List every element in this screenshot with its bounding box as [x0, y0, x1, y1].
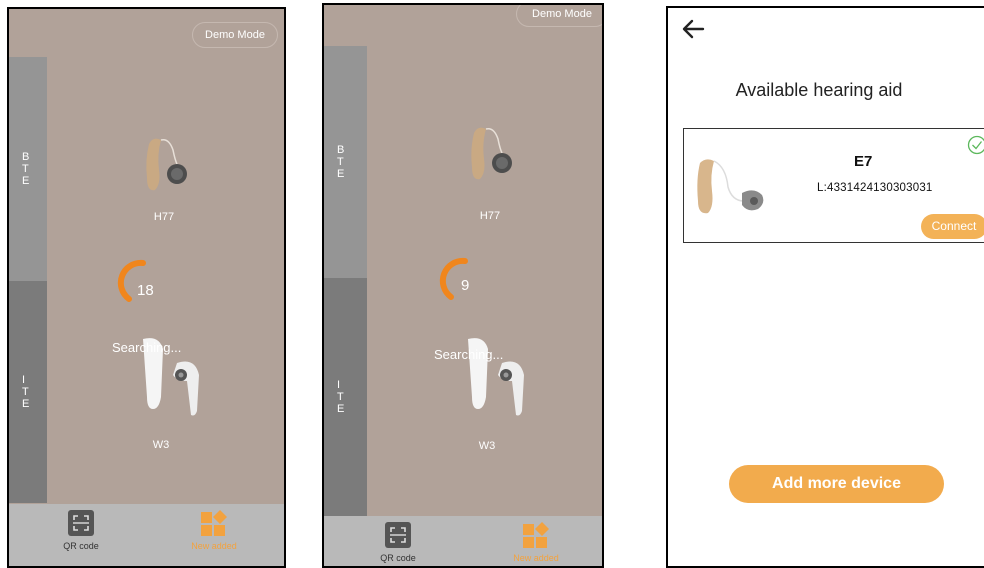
- bottom-nav-bar: QR code New added: [324, 516, 602, 566]
- tab-bte[interactable]: BTE: [9, 57, 47, 281]
- nav-new-label: New added: [191, 541, 237, 551]
- countdown-value: 9: [461, 277, 470, 294]
- qr-scan-icon: [68, 510, 94, 536]
- device-id: L:4331424130303031: [817, 182, 933, 194]
- nav-qr-code[interactable]: QR code: [348, 516, 448, 566]
- tab-ite[interactable]: ITE: [9, 281, 47, 503]
- connect-button[interactable]: Connect: [921, 214, 984, 239]
- countdown-spinner: [439, 257, 468, 300]
- check-circle-icon: [967, 135, 984, 155]
- search-screen-2: Demo Mode BTE ITE H77 9 Searching... W3: [322, 3, 604, 568]
- tab-bte-label: BTE: [337, 144, 345, 180]
- bottom-nav-bar: QR code New added: [9, 504, 284, 566]
- nav-qr-code[interactable]: QR code: [31, 504, 131, 566]
- add-more-device-button[interactable]: Add more device: [729, 465, 944, 503]
- tab-bte-label: BTE: [22, 151, 30, 187]
- tab-ite-label: ITE: [337, 379, 345, 415]
- new-added-icon: [523, 522, 549, 548]
- tab-bte[interactable]: BTE: [324, 46, 367, 278]
- tab-ite-label: ITE: [22, 374, 30, 410]
- qr-scan-icon: [385, 522, 411, 548]
- tab-ite[interactable]: ITE: [324, 278, 367, 516]
- bte-hearing-aid-image[interactable]: [139, 134, 191, 202]
- device-card[interactable]: E7 L:4331424130303031 Connect: [683, 128, 984, 243]
- device-name-h77: H77: [153, 211, 175, 223]
- nav-new-added[interactable]: New added: [486, 516, 586, 566]
- search-screen-1: Demo Mode BTE ITE H77 18 Searching... W3: [7, 7, 286, 568]
- bte-hearing-aid-image[interactable]: [464, 123, 516, 191]
- nav-new-label: New added: [513, 553, 559, 563]
- searching-status: Searching...: [434, 347, 504, 362]
- countdown-value: 18: [137, 282, 154, 299]
- nav-qr-label: QR code: [63, 541, 99, 551]
- searching-status: Searching...: [112, 340, 182, 355]
- page-title: Available hearing aid: [735, 80, 903, 100]
- device-name-w3: W3: [152, 439, 170, 451]
- nav-qr-label: QR code: [380, 553, 416, 563]
- device-name: E7: [854, 153, 873, 170]
- new-added-icon: [201, 510, 227, 536]
- back-arrow-icon[interactable]: [681, 18, 705, 40]
- demo-mode-button[interactable]: Demo Mode: [516, 5, 602, 27]
- nav-new-added[interactable]: New added: [164, 504, 264, 566]
- demo-mode-button[interactable]: Demo Mode: [192, 22, 278, 48]
- device-name-h77: H77: [479, 210, 501, 222]
- device-name-w3: W3: [478, 440, 496, 452]
- results-screen: Available hearing aid E7 L:4331424130303…: [666, 6, 984, 568]
- hearing-aid-image: [697, 159, 764, 214]
